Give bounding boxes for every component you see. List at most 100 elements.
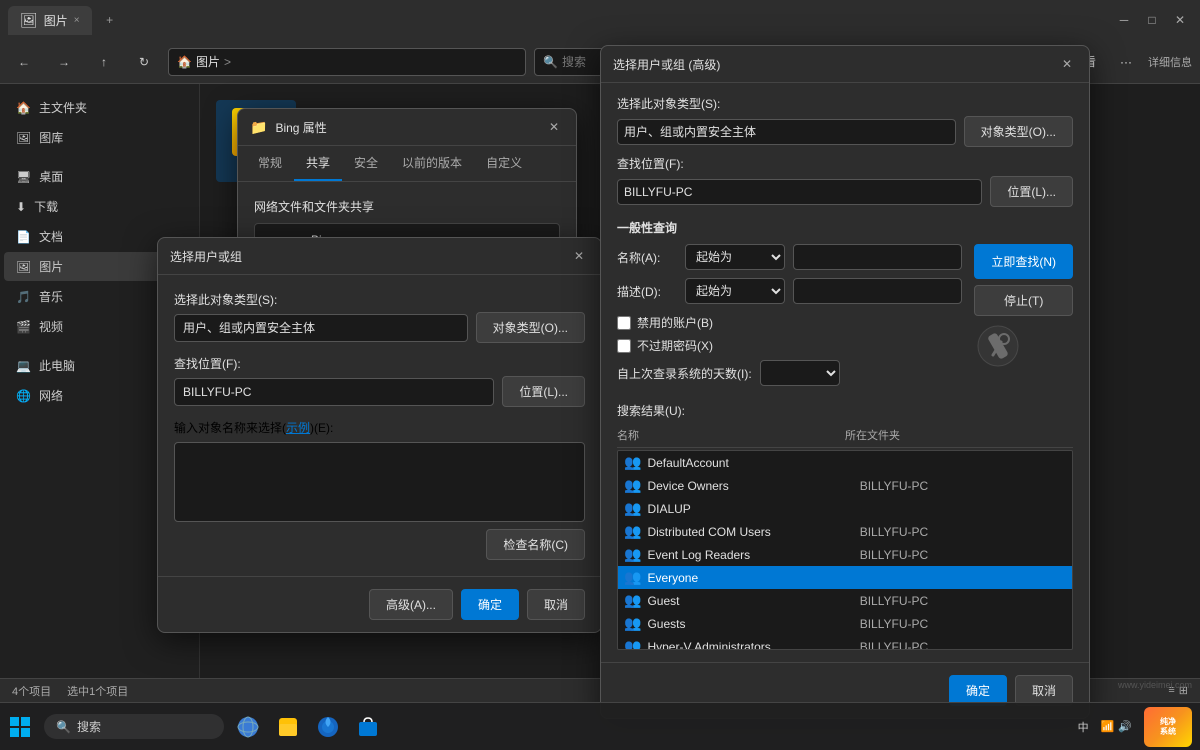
taskbar-explorer-btn[interactable] xyxy=(268,707,308,747)
object-type-input[interactable] xyxy=(174,314,468,342)
desc-condition-select[interactable]: 起始为 xyxy=(685,278,785,304)
disabled-accounts-checkbox[interactable] xyxy=(617,316,631,330)
general-query-title: 一般性查询 xyxy=(617,219,1073,236)
watermark-logo[interactable]: 纯净系统 xyxy=(1144,707,1192,747)
search-result-item[interactable]: 👥DefaultAccount xyxy=(618,451,1072,474)
example-link[interactable]: 示例 xyxy=(286,421,310,435)
bing-dialog-close[interactable]: ✕ xyxy=(544,117,564,137)
sidebar-item-desktop[interactable]: 🖥 桌面 xyxy=(4,162,195,191)
start-btn[interactable] xyxy=(0,707,40,747)
taskbar-search[interactable]: 🔍 搜索 xyxy=(44,714,224,739)
adv-location-input[interactable] xyxy=(617,179,982,205)
result-location: BILLYFU-PC xyxy=(860,548,1066,562)
tab-general[interactable]: 常规 xyxy=(246,146,294,181)
result-group-icon: 👥 xyxy=(624,500,641,517)
tab-security[interactable]: 安全 xyxy=(342,146,390,181)
name-value-input[interactable] xyxy=(793,244,962,270)
more-btn[interactable]: ··· xyxy=(1112,51,1140,73)
advanced-dialog-close-btn[interactable]: ✕ xyxy=(1057,54,1077,74)
minimize-btn[interactable]: ─ xyxy=(1112,8,1136,32)
days-select[interactable] xyxy=(760,360,840,386)
sidebar-item-downloads[interactable]: ⬇ 下载 xyxy=(4,192,195,221)
volume-icon[interactable]: 🔊 xyxy=(1118,720,1132,733)
sidebar-item-main-folder[interactable]: 🏠 主文件夹 xyxy=(4,93,195,122)
select-user-close-btn[interactable]: ✕ xyxy=(569,246,589,266)
check-names-btn[interactable]: 检查名称(C) xyxy=(486,529,585,560)
wifi-icon[interactable]: 📶 xyxy=(1101,720,1115,733)
search-result-item[interactable]: 👥GuestsBILLYFU-PC xyxy=(618,612,1072,635)
ok-btn[interactable]: 确定 xyxy=(461,589,519,620)
detail-view-label: 详细信息 xyxy=(1148,54,1192,70)
no-expire-label: 不过期密码(X) xyxy=(637,337,713,354)
search-result-item[interactable]: 👥 DIALUP xyxy=(618,497,1072,520)
search-label: 搜索 xyxy=(77,718,101,735)
back-btn[interactable]: ← xyxy=(8,46,40,78)
search-now-btn[interactable]: 立即查找(N) xyxy=(974,244,1073,279)
sidebar-documents-label: 文档 xyxy=(39,228,63,245)
adv-location-btn[interactable]: 位置(L)... xyxy=(990,176,1073,207)
search-result-item[interactable]: 👥Everyone xyxy=(618,566,1072,589)
search-result-item[interactable]: 👥Device OwnersBILLYFU-PC xyxy=(618,474,1072,497)
name-condition-select[interactable]: 起始为 xyxy=(685,244,785,270)
taskbar-widget-btn[interactable] xyxy=(228,707,268,747)
taskbar-browser-btn[interactable] xyxy=(308,707,348,747)
tab-share[interactable]: 共享 xyxy=(294,146,342,181)
sidebar-pictures-label: 图片 xyxy=(39,258,63,275)
result-group-icon: 👥 xyxy=(624,615,641,632)
stop-btn[interactable]: 停止(T) xyxy=(974,285,1073,316)
advanced-btn[interactable]: 高级(A)... xyxy=(369,589,453,620)
search-placeholder: 搜索 xyxy=(562,53,586,70)
location-btn[interactable]: 位置(L)... xyxy=(502,376,585,407)
search-result-item[interactable]: 👥Event Log ReadersBILLYFU-PC xyxy=(618,543,1072,566)
adv-location-label: 查找位置(F): xyxy=(617,155,1073,172)
disabled-accounts-label: 禁用的账户(B) xyxy=(637,314,713,331)
adv-object-type-label: 选择此对象类型(S): xyxy=(617,95,1073,112)
search-results-list[interactable]: 👥DefaultAccount👥Device OwnersBILLYFU-PC👥… xyxy=(617,450,1073,650)
adv-object-type-input[interactable] xyxy=(617,119,956,145)
location-label: 查找位置(F): xyxy=(174,355,585,372)
select-user-titlebar: 选择用户或组 ✕ xyxy=(158,238,601,275)
cancel-btn[interactable]: 取消 xyxy=(527,589,585,620)
search-tool-icon xyxy=(974,322,1022,370)
refresh-btn[interactable]: ↻ xyxy=(128,46,160,78)
sidebar-item-gallery[interactable]: 🖼 图库 xyxy=(4,123,195,152)
object-name-textarea[interactable] xyxy=(174,442,585,522)
adv-object-type-btn[interactable]: 对象类型(O)... xyxy=(964,116,1073,147)
search-result-item[interactable]: 👥Distributed COM UsersBILLYFU-PC xyxy=(618,520,1072,543)
taskbar-time: 中 xyxy=(1078,719,1089,735)
tab-close-btn[interactable]: × xyxy=(74,15,80,26)
result-group-icon: 👥 xyxy=(624,477,641,494)
location-input[interactable] xyxy=(174,378,494,406)
forward-btn[interactable]: → xyxy=(48,46,80,78)
downloads-icon: ⬇ xyxy=(16,200,26,214)
pictures-icon: 🖼 xyxy=(16,260,31,274)
select-user-body: 选择此对象类型(S): 对象类型(O)... 查找位置(F): 位置(L)...… xyxy=(158,275,601,576)
location-row: 位置(L)... xyxy=(174,376,585,407)
sidebar-gallery-label: 图库 xyxy=(39,129,63,146)
taskbar: 🔍 搜索 中 📶 🔊 纯净系统 xyxy=(0,702,1200,750)
search-result-item[interactable]: 👥GuestBILLYFU-PC xyxy=(618,589,1072,612)
tab-custom[interactable]: 自定义 xyxy=(474,146,534,181)
desc-value-input[interactable] xyxy=(793,278,962,304)
tab-pictures[interactable]: 🖼 图片 × xyxy=(8,6,92,35)
object-type-btn[interactable]: 对象类型(O)... xyxy=(476,312,585,343)
taskbar-store-btn[interactable] xyxy=(348,707,388,747)
sidebar-downloads-label: 下载 xyxy=(34,198,58,215)
search-result-item[interactable]: 👥Hyper-V AdministratorsBILLYFU-PC xyxy=(618,635,1072,650)
no-expire-checkbox[interactable] xyxy=(617,339,631,353)
select-user-title: 选择用户或组 xyxy=(170,248,561,265)
address-bar[interactable]: 🏠 图片 > xyxy=(168,48,526,76)
selected-count: 选中1个项目 xyxy=(67,683,128,699)
object-type-label: 选择此对象类型(S): xyxy=(174,291,585,308)
result-name: Everyone xyxy=(647,571,853,585)
desc-row: 描述(D): 起始为 xyxy=(617,278,962,304)
add-tab-btn[interactable]: + xyxy=(96,6,124,34)
result-name: DIALUP xyxy=(647,502,853,516)
maximize-btn[interactable]: □ xyxy=(1140,8,1164,32)
search-results-section: 搜索结果(U): 名称 所在文件夹 👥DefaultAccount👥Device… xyxy=(617,402,1073,650)
up-btn[interactable]: ↑ xyxy=(88,46,120,78)
close-btn[interactable]: ✕ xyxy=(1168,8,1192,32)
sidebar-desktop-label: 桌面 xyxy=(39,168,63,185)
sidebar-this-pc-label: 此电脑 xyxy=(39,357,75,374)
tab-previous-versions[interactable]: 以前的版本 xyxy=(390,146,474,181)
